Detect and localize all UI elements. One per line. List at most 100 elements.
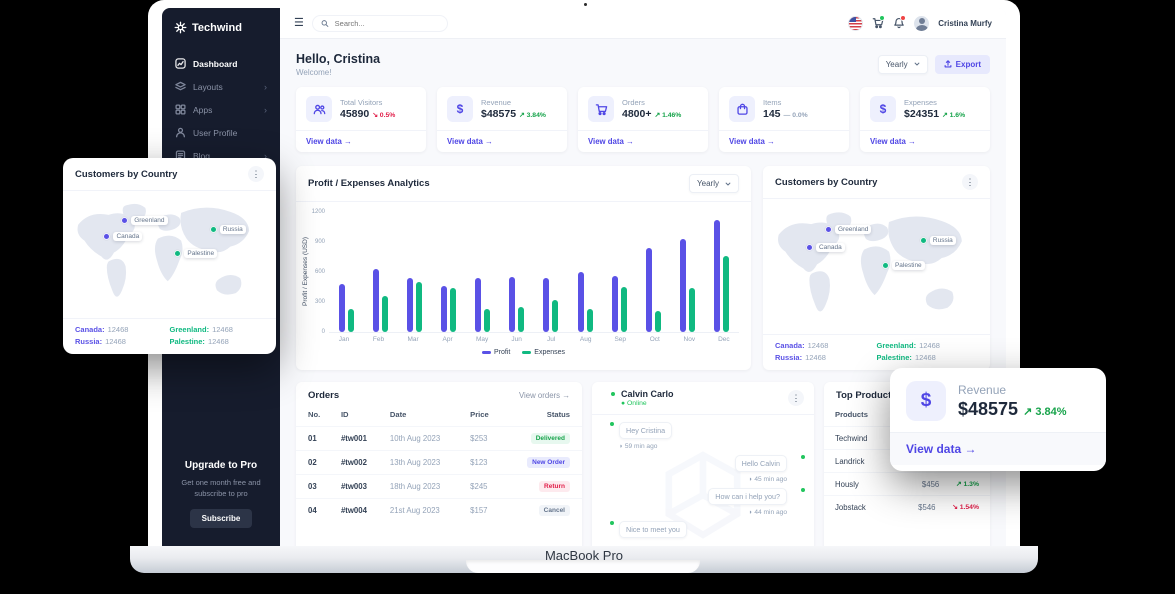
search-input[interactable] [332,17,439,29]
bar-profit [577,272,584,332]
map-marker-palestine[interactable]: Palestine [174,249,218,259]
hamburger-menu-icon[interactable]: ☰ [294,17,304,29]
bag-icon [729,96,755,122]
page-title: Hello, Cristina [296,51,381,66]
bar-expenses [518,307,525,332]
bar-group-jul[interactable] [543,212,559,332]
sidebar-item-user-profile[interactable]: User Profile [162,121,280,144]
view-data-link[interactable]: View data → [719,130,849,152]
brand[interactable]: Techwind [162,8,280,44]
techwind-logo-icon [174,21,187,34]
export-label: Export [955,59,981,69]
order-row-01[interactable]: 01 #tw001 10th Aug 2023 $253 Delivered [296,426,582,451]
chat-message-out: How can i help you? [601,487,806,505]
user-avatar[interactable] [914,15,930,31]
legend-profit: Profit [481,349,510,356]
order-row-03[interactable]: 03 #tw003 18th Aug 2023 $245 Return [296,474,582,499]
x-tick: Apr [442,336,453,343]
bar-group-dec[interactable] [713,212,729,332]
language-flag-icon[interactable] [848,15,864,31]
revenue-value: $48575 ↗ 3.84% [958,398,1067,419]
chart-ylabel: Profit / Expenses (USD) [302,237,309,307]
user-icon [175,127,186,138]
map-marker-russia[interactable]: Russia [919,235,956,245]
stage: Techwind Dashboard Layouts › Apps › User P… [0,0,1175,594]
kebab-menu-icon[interactable]: ⋮ [962,174,978,190]
search-box[interactable] [311,14,448,32]
stats-row: Total Visitors 45890 ↘ 0.5% View data → $… [296,87,990,152]
bar-group-mar[interactable] [407,212,423,332]
bar-group-sep[interactable] [611,212,627,332]
map-marker-greenland[interactable]: Greenland [121,215,168,225]
bar-group-apr[interactable] [441,212,457,332]
message-avatar [792,487,806,501]
chat-contact-avatar [602,390,616,405]
cart-icon [588,96,614,122]
layouts-icon [175,81,186,92]
product-row-hously[interactable]: Hously $456 ↗ 1.3% [824,472,990,495]
stat-card-items: Items 145— 0.0% View data → [719,87,849,152]
chat-message-in: Hey Cristina [601,421,805,439]
status-badge: Delivered [530,433,570,444]
period-select[interactable]: Yearly [877,54,928,74]
chat-card: Calvin Carlo ● Online ⋮ Hey Cristina ◗ 5… [592,382,814,546]
view-data-link[interactable]: View data → [437,130,567,152]
bar-chart: Jan Feb Mar Apr May Jun Jul Aug Sep Oct Nov Dec [329,212,739,343]
sidebar-item-layouts[interactable]: Layouts › [162,75,280,98]
orders-col-date: Date [389,410,407,419]
bar-group-oct[interactable] [645,212,661,332]
bar-group-may[interactable] [475,212,491,332]
export-button[interactable]: Export [934,54,990,74]
map-marker-palestine[interactable]: Palestine [881,260,925,270]
greeting-subtitle: Welcome! [296,67,332,77]
order-row-02[interactable]: 02 #tw002 13th Aug 2023 $123 New Order [296,450,582,475]
view-orders-link[interactable]: View orders → [519,391,570,400]
chat-messages: Hey Cristina ◗ 59 min ago Hello Calvin ◗ 45… [592,415,814,546]
status-badge: Return [539,481,570,492]
stat-value: 145— 0.0% [763,108,808,120]
customers-by-country-float-card: Customers by Country ⋮ Greenland Canada … [63,158,276,354]
bar-profit [611,275,618,332]
view-data-link[interactable]: View data → [296,130,426,152]
order-row-04[interactable]: 04 #tw004 21st Aug 2023 $157 Cancel [296,498,582,522]
message-avatar [601,520,615,534]
subscribe-button[interactable]: Subscribe [189,509,253,528]
view-data-link[interactable]: View data → [578,130,708,152]
view-data-link[interactable]: View data → [860,130,990,152]
bar-group-feb[interactable] [373,212,389,332]
x-tick: Jan [338,336,350,343]
stat-change: — 0.0% [783,112,808,119]
map-marker-canada[interactable]: Canada [103,232,143,242]
bar-profit [339,284,345,332]
world-map [77,203,250,297]
chat-menu-icon[interactable]: ⋮ [788,390,804,406]
legend-russia: Russia: 12468 [775,353,826,362]
bar-group-aug[interactable] [577,212,593,332]
bar-group-nov[interactable] [679,212,695,332]
bar-group-jun[interactable] [509,212,525,332]
stat-card-expenses: $ Expenses $24351 ↗ 1.6% View data → [860,87,990,152]
bar-expenses [552,300,559,332]
map-marker-russia[interactable]: Russia [209,225,246,235]
chat-message-in: Nice to meet you [601,520,805,538]
legend-greenland: Greenland: 12468 [169,325,233,334]
bar-group-jan[interactable] [339,212,354,332]
sidebar-item-dashboard[interactable]: Dashboard [162,52,280,75]
view-data-link[interactable]: View data → [890,432,1106,465]
stat-change: ↗ 3.84% [519,112,546,119]
customers-by-country-card: Customers by Country ⋮ Greenland Canada … [763,166,990,370]
map-marker-greenland[interactable]: Greenland [824,225,872,235]
sidebar-item-apps[interactable]: Apps › [162,98,280,121]
orders-card: Orders View orders → No. ID Date Price Statu… [296,382,582,546]
kebab-menu-icon[interactable]: ⋮ [248,166,264,182]
chat-bubble: How can i help you? [708,488,787,505]
x-tick: Jun [511,336,522,343]
map-marker-canada[interactable]: Canada [805,243,845,253]
cart-icon[interactable] [872,15,886,29]
chart-legend: Profit Expenses [296,343,751,356]
bell-icon[interactable] [893,15,907,29]
stat-label: Total Visitors [340,98,383,107]
product-row-jobstack[interactable]: Jobstack $546 ↘ 1.54% [824,495,990,518]
chat-bubble: Hey Cristina [619,422,673,439]
analytics-period-select[interactable]: Yearly [689,174,739,193]
